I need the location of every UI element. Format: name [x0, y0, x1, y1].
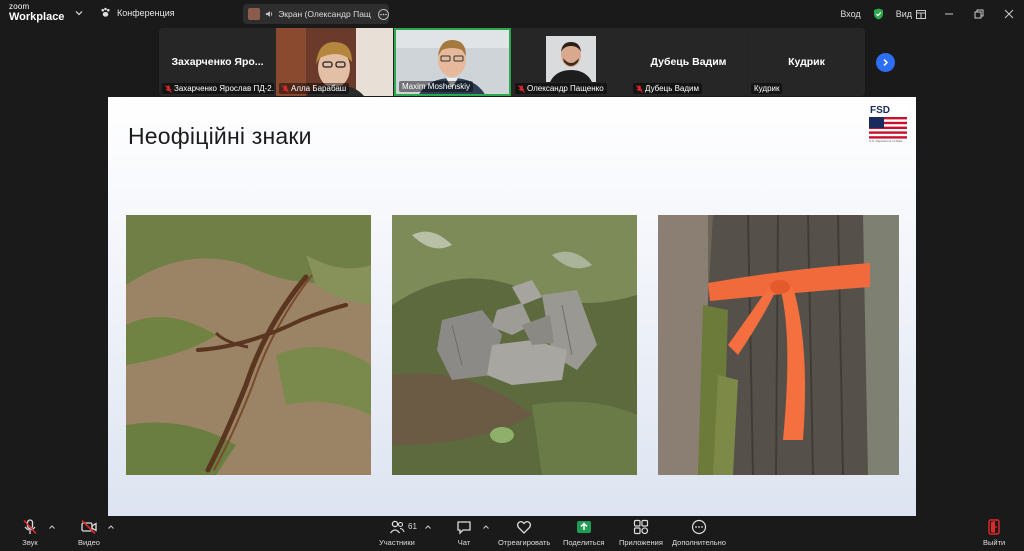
conference-label: Конференция	[117, 7, 175, 18]
mic-off-icon	[23, 519, 37, 535]
fsd-logo-text: FSD	[870, 105, 890, 116]
leave-button[interactable]: Выйти	[983, 519, 1005, 547]
more-icon[interactable]	[378, 8, 389, 20]
participant-tile[interactable]: Олександр Пащенко	[512, 28, 629, 96]
login-button[interactable]: Вход	[840, 9, 860, 19]
shield-check-icon[interactable]	[873, 8, 884, 20]
chevron-down-icon[interactable]	[74, 8, 84, 18]
meeting-toolbar: Звук Видео Участники 61 Чат Отреагироват…	[0, 516, 1024, 551]
mic-off-icon	[636, 84, 643, 93]
top-right-controls: Вход Вид	[840, 0, 1024, 28]
participant-name: Алла Барабаш	[291, 84, 347, 93]
next-participants-button[interactable]	[876, 53, 895, 72]
shared-screen-slide: Неофіційні знаки FSD U.S. Department of …	[108, 97, 916, 516]
share-screen-icon	[576, 521, 591, 533]
apps-button[interactable]: Приложения	[619, 519, 663, 547]
zoom-window: zoom Workplace Конференция Экран (Олекса…	[0, 0, 1024, 551]
participant-tile[interactable]: Дубець Вадим Дубець Вадим	[630, 28, 747, 96]
speaker-icon	[265, 11, 273, 17]
participant-name: Дубець Вадим	[645, 84, 700, 93]
fsd-logo-caption: U.S. Department of State	[869, 139, 903, 143]
participant-name: Захарченко Ярослав ПД-2...	[174, 84, 274, 93]
chevron-up-icon[interactable]	[424, 523, 432, 531]
video-button[interactable]: Видео	[78, 519, 100, 547]
participant-name: Maxim Moshenskiy	[402, 82, 471, 91]
more-dots-icon	[691, 519, 707, 535]
participant-tile[interactable]: Алла Барабаш	[276, 28, 393, 96]
avatar	[248, 8, 260, 20]
chat-button[interactable]: Чат	[456, 519, 472, 547]
participant-tile[interactable]: Кудрик Кудрик	[748, 28, 865, 96]
mic-off-icon	[282, 84, 289, 93]
share-label: Экран (Олександр Пащенко)	[278, 9, 371, 19]
more-button[interactable]: Дополнительно	[672, 519, 726, 547]
video-off-icon	[81, 519, 97, 535]
mic-off-icon	[518, 84, 525, 93]
share-screen-button[interactable]: Поделиться	[563, 519, 604, 547]
chevron-up-icon[interactable]	[107, 523, 115, 531]
screen-share-indicator[interactable]: Экран (Олександр Пащенко)	[243, 4, 389, 24]
heart-icon	[517, 520, 532, 534]
chevron-up-icon[interactable]	[48, 523, 56, 531]
us-flag-icon	[869, 117, 907, 139]
leave-icon	[988, 519, 1000, 535]
participants-icon	[389, 520, 405, 534]
restore-icon[interactable]	[964, 0, 994, 28]
paw-icon	[101, 7, 110, 17]
photo-stone-pile	[392, 215, 637, 475]
photo-tree-ribbon	[658, 215, 899, 475]
audio-button[interactable]: Звук	[22, 519, 38, 547]
participant-tile[interactable]: Захарченко Яро... Захарченко Ярослав ПД-…	[159, 28, 276, 96]
chat-icon	[457, 521, 471, 535]
slide-title: Неофіційні знаки	[128, 123, 312, 149]
participant-strip: Захарченко Яро... Захарченко Ярослав ПД-…	[159, 28, 865, 96]
view-button[interactable]: Вид	[896, 9, 926, 19]
photo-crossed-sticks	[126, 215, 371, 475]
chevron-right-icon	[883, 58, 889, 67]
mic-off-icon	[165, 84, 172, 93]
participant-name: Олександр Пащенко	[527, 84, 604, 93]
chevron-up-icon[interactable]	[482, 523, 490, 531]
close-icon[interactable]	[994, 0, 1024, 28]
zoom-logo[interactable]: zoom Workplace	[9, 3, 64, 23]
participant-tile-active[interactable]: Maxim Moshenskiy	[394, 28, 511, 96]
top-bar: zoom Workplace Конференция Экран (Олекса…	[0, 0, 1024, 28]
conference-button[interactable]: Конференция	[100, 7, 175, 18]
apps-icon	[633, 519, 649, 535]
fsd-logo: FSD U.S. Department of State	[868, 105, 908, 143]
grid-icon	[916, 9, 926, 19]
react-button[interactable]: Отреагировать	[498, 519, 550, 547]
minimize-icon[interactable]	[934, 0, 964, 28]
participants-count: 61	[408, 522, 417, 531]
participant-name: Кудрик	[754, 84, 780, 93]
